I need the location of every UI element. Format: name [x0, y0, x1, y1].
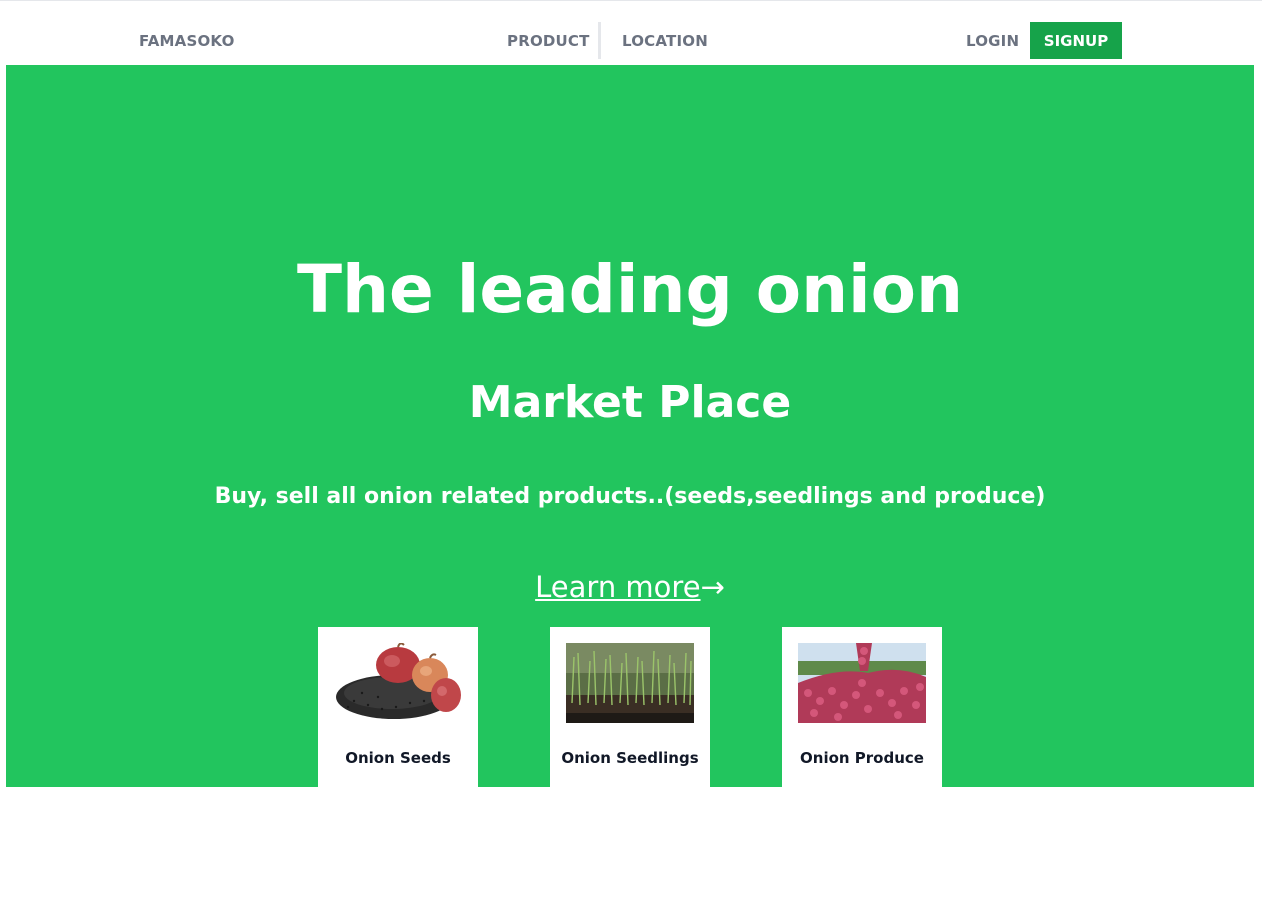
learn-more-cta: Learn more→ [6, 567, 1254, 607]
learn-more-link[interactable]: Learn more [535, 570, 700, 604]
hero-subtitle: Market Place [468, 377, 792, 428]
hero-tagline: Buy, sell all onion related products..(s… [214, 484, 1046, 509]
product-card-produce[interactable]: Onion Produce [782, 627, 942, 787]
onion-seeds-image [334, 643, 462, 723]
arrow-right-icon: → [700, 570, 725, 604]
product-card-seeds[interactable]: Onion Seeds [318, 627, 478, 787]
nav-link-location[interactable]: LOCATION [622, 32, 708, 50]
product-card-seedlings[interactable]: Onion Seedlings [550, 627, 710, 787]
nav-divider [598, 22, 601, 59]
onion-seedlings-image [566, 643, 694, 723]
onion-produce-image [798, 643, 926, 723]
top-navbar: FAMASOKO PRODUCT LOCATION LOGIN SIGNUP [0, 0, 1262, 65]
signup-button[interactable]: SIGNUP [1030, 22, 1122, 59]
hero-title: The leading onion [296, 251, 964, 328]
login-link[interactable]: LOGIN [966, 32, 1019, 50]
brand-logo-link[interactable]: FAMASOKO [139, 32, 235, 50]
product-card-label: Onion Seedlings [561, 749, 699, 767]
product-card-label: Onion Produce [800, 749, 924, 767]
nav-link-product[interactable]: PRODUCT [507, 32, 590, 50]
product-card-label: Onion Seeds [345, 749, 451, 767]
